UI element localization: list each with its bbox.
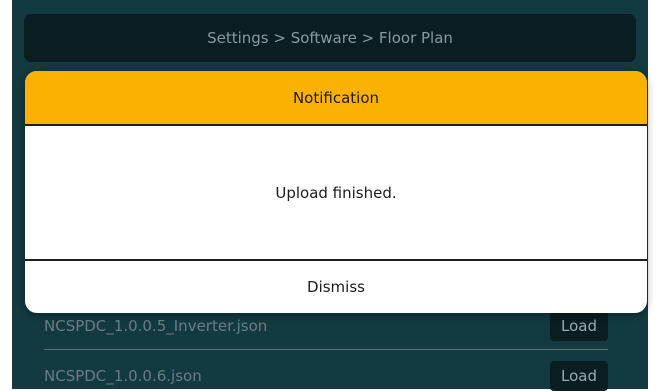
list-item: NCSPDC_1.0.0.5_Inverter.json Load: [44, 311, 608, 341]
load-button[interactable]: Load: [550, 361, 608, 391]
breadcrumb: Settings > Software > Floor Plan: [24, 14, 636, 62]
load-button[interactable]: Load: [550, 311, 608, 341]
file-name: NCSPDC_1.0.0.5_Inverter.json: [44, 317, 268, 335]
notification-dialog: Notification Upload finished. Dismiss: [25, 71, 647, 313]
row-divider: [44, 349, 608, 350]
file-name: NCSPDC_1.0.0.6.json: [44, 367, 202, 385]
dialog-message: Upload finished.: [25, 126, 647, 261]
list-item: NCSPDC_1.0.0.6.json Load: [44, 361, 608, 391]
dismiss-button[interactable]: Dismiss: [25, 261, 647, 313]
dialog-title: Notification: [25, 71, 647, 126]
